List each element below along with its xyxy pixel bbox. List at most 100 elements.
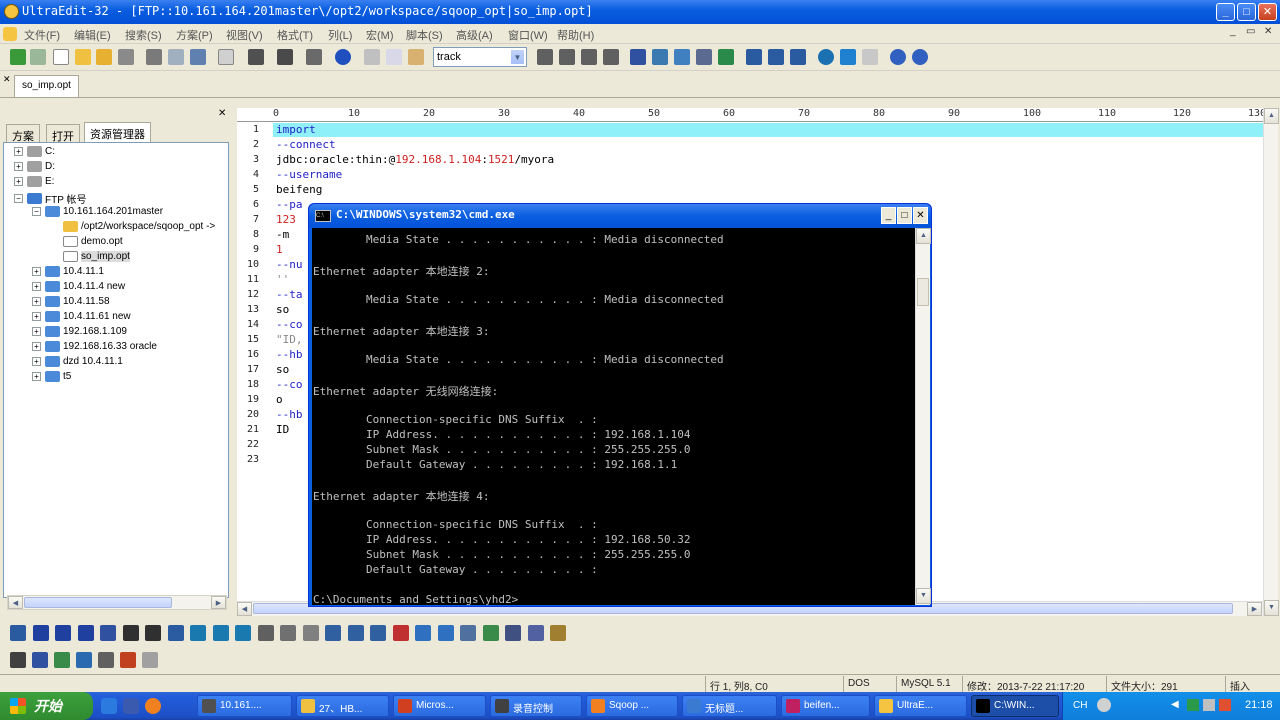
code-line[interactable]: --co bbox=[276, 318, 303, 331]
print-preview-icon[interactable] bbox=[168, 49, 184, 65]
web-icon[interactable] bbox=[818, 49, 834, 65]
panel-horizontal-scrollbar[interactable]: ◀ ▶ bbox=[7, 595, 227, 610]
panel-scroll-thumb[interactable] bbox=[24, 597, 172, 608]
minimize-button[interactable]: _ bbox=[1216, 3, 1235, 21]
help-icon[interactable] bbox=[912, 49, 928, 65]
tray-expand-icon[interactable]: ◀ bbox=[1171, 699, 1179, 710]
tree-node[interactable]: +10.4.11.1 bbox=[32, 266, 104, 281]
copy-icon[interactable] bbox=[386, 49, 402, 65]
taskbar-button[interactable]: 27、HB... bbox=[296, 695, 389, 717]
menu-project[interactable]: 方案(P) bbox=[176, 27, 213, 43]
tree-node[interactable]: + D: bbox=[14, 161, 55, 176]
align-center-icon[interactable] bbox=[212, 625, 229, 641]
properties-icon[interactable] bbox=[218, 49, 234, 65]
grid-icon[interactable] bbox=[10, 652, 26, 668]
word-wrap-icon[interactable] bbox=[248, 49, 264, 65]
scroll-left-icon[interactable]: ◀ bbox=[237, 602, 252, 616]
list-icon[interactable] bbox=[122, 625, 139, 641]
find-in-files-icon[interactable] bbox=[718, 49, 734, 65]
language-indicator[interactable]: CH bbox=[1073, 700, 1087, 711]
chevron-down-icon[interactable]: ▼ bbox=[510, 49, 525, 65]
code-line[interactable]: 123 bbox=[276, 213, 296, 226]
tree-node[interactable]: − FTP 帐号 bbox=[14, 191, 86, 206]
tree-node[interactable]: + E: bbox=[14, 176, 54, 191]
tools-icon[interactable] bbox=[120, 652, 136, 668]
menu-column[interactable]: 列(L) bbox=[328, 27, 352, 43]
close-button[interactable]: ✕ bbox=[1258, 3, 1277, 21]
collapse-icon[interactable]: − bbox=[32, 207, 41, 216]
taskbar-button[interactable]: Sqoop ... bbox=[586, 695, 678, 717]
browser-view-icon[interactable] bbox=[335, 49, 351, 65]
code-line[interactable]: 1 bbox=[276, 243, 283, 256]
back-icon[interactable] bbox=[10, 49, 26, 65]
scroll-right-icon[interactable]: ▶ bbox=[1247, 602, 1262, 616]
taskbar-button[interactable]: UltraE... bbox=[874, 695, 967, 717]
maximize-button[interactable]: □ bbox=[1237, 3, 1256, 21]
scroll-down-icon[interactable]: ▼ bbox=[916, 588, 931, 604]
menu-search[interactable]: 搜索(S) bbox=[125, 27, 162, 43]
menu-macro[interactable]: 宏(M) bbox=[366, 27, 394, 43]
code-line[interactable]: -m bbox=[276, 228, 289, 241]
bold-icon[interactable] bbox=[32, 625, 49, 641]
tree-node[interactable]: so_imp.opt bbox=[50, 251, 130, 266]
cmd-scroll-thumb[interactable] bbox=[917, 278, 929, 306]
expand-icon[interactable]: + bbox=[32, 267, 41, 276]
code-line[interactable]: so bbox=[276, 303, 289, 316]
text-icon[interactable] bbox=[167, 625, 184, 641]
taskbar-button[interactable]: 无标题... bbox=[682, 695, 777, 717]
code-line[interactable]: --username bbox=[276, 168, 342, 181]
menu-edit[interactable]: 编辑(E) bbox=[74, 27, 111, 43]
align-left-icon[interactable] bbox=[190, 625, 206, 641]
menu-format[interactable]: 格式(T) bbox=[277, 27, 313, 43]
code-line[interactable]: --hb bbox=[276, 348, 303, 361]
justify-icon[interactable] bbox=[257, 625, 274, 641]
cmd-window[interactable]: C:\ C:\WINDOWS\system32\cmd.exe _ □ ✕ Me… bbox=[308, 203, 932, 607]
expand-icon[interactable]: + bbox=[32, 282, 41, 291]
menu-file[interactable]: 文件(F) bbox=[24, 27, 60, 43]
tab-project[interactable]: 方案 bbox=[6, 124, 40, 143]
cmd-title-bar[interactable]: C:\ C:\WINDOWS\system32\cmd.exe _ □ ✕ bbox=[309, 204, 931, 228]
table-icon[interactable] bbox=[280, 625, 296, 641]
taskbar-button[interactable]: C:\WIN... bbox=[971, 695, 1059, 717]
tab-open[interactable]: 打开 bbox=[46, 124, 80, 143]
hex-mode-icon[interactable] bbox=[277, 49, 293, 65]
scroll-left-icon[interactable]: ◀ bbox=[8, 596, 23, 609]
scroll-up-icon[interactable]: ▲ bbox=[916, 228, 931, 244]
tree-node[interactable]: + dzd 10.4.11.1 bbox=[32, 356, 123, 371]
hr-icon[interactable] bbox=[302, 625, 319, 641]
code-line[interactable]: --pa bbox=[276, 198, 303, 211]
code-line[interactable]: "ID, bbox=[276, 333, 303, 346]
code-line[interactable]: import bbox=[276, 123, 316, 136]
align-right-icon[interactable] bbox=[235, 625, 251, 641]
taskbar-button[interactable]: Micros... bbox=[393, 695, 486, 717]
expand-icon[interactable]: + bbox=[32, 342, 41, 351]
forward-icon[interactable] bbox=[30, 49, 46, 65]
menu-advanced[interactable]: 高级(A) bbox=[456, 27, 493, 43]
panel-close-icon[interactable]: ✕ bbox=[218, 108, 226, 119]
code-line[interactable]: --co bbox=[276, 378, 303, 391]
tree-node[interactable]: +10.4.11.4 new bbox=[32, 281, 125, 296]
syntax-mode[interactable]: MySQL 5.1 bbox=[896, 676, 962, 692]
code-line[interactable]: ID bbox=[276, 423, 289, 436]
tab-explorer[interactable]: 资源管理器 bbox=[84, 122, 151, 143]
tree-node[interactable]: demo.opt bbox=[50, 236, 123, 251]
align-right-icon[interactable] bbox=[581, 49, 597, 65]
cmd-console[interactable]: Media State . . . . . . . . . . . : Medi… bbox=[312, 228, 915, 605]
comment-icon[interactable] bbox=[550, 625, 566, 641]
collapse-icon[interactable]: − bbox=[14, 194, 23, 203]
taskbar-button[interactable]: beifen... bbox=[781, 695, 870, 717]
open-folder-icon[interactable] bbox=[75, 49, 91, 65]
code-line[interactable]: --connect bbox=[276, 138, 336, 151]
table-insert-icon[interactable] bbox=[347, 625, 364, 641]
tree-node[interactable]: +192.168.1.109 bbox=[32, 326, 127, 341]
quicklaunch-icon[interactable] bbox=[123, 698, 139, 714]
code-line[interactable]: --nu bbox=[276, 258, 303, 271]
menu-view[interactable]: 视图(V) bbox=[226, 27, 263, 43]
tree-node[interactable]: + C: bbox=[14, 146, 55, 161]
scroll-down-icon[interactable]: ▼ bbox=[1264, 600, 1279, 616]
menu-help[interactable]: 帮助(H) bbox=[557, 27, 594, 43]
replace-icon[interactable] bbox=[696, 49, 712, 65]
anchor-icon[interactable] bbox=[505, 625, 521, 641]
open-ftp-icon[interactable] bbox=[96, 49, 112, 65]
menu-script[interactable]: 脚本(S) bbox=[406, 27, 443, 43]
